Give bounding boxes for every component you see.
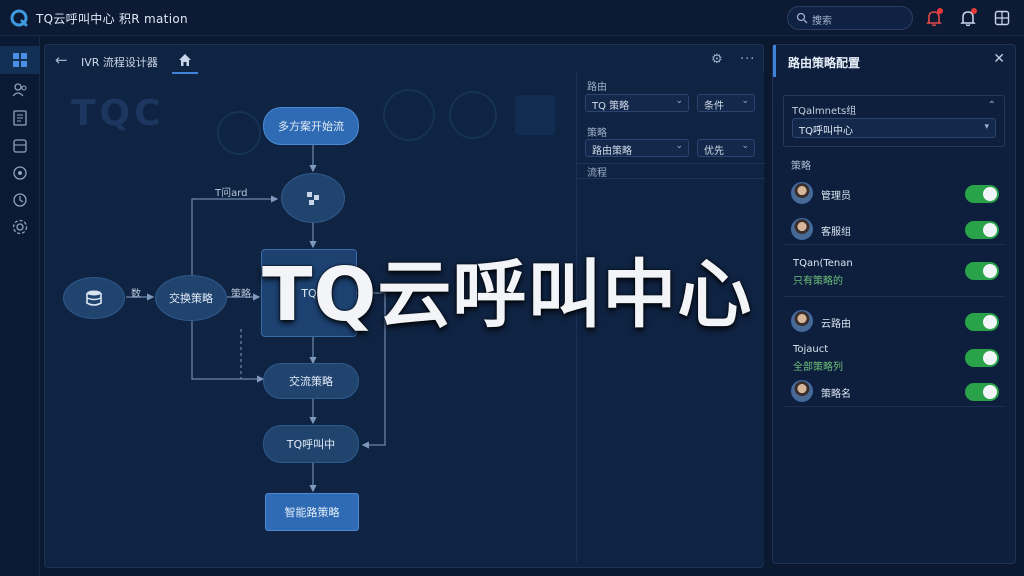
condition-select-value: 条件 xyxy=(704,101,724,112)
chevron-down-icon: ⌄ xyxy=(741,141,749,151)
left-nav-rail xyxy=(0,36,40,576)
prop-label-route: 路由 xyxy=(587,82,607,93)
database-icon xyxy=(86,290,102,306)
more-icon[interactable]: ··· xyxy=(740,52,755,67)
app-logo-icon xyxy=(10,9,28,27)
search-icon xyxy=(796,12,808,24)
agent-name: 客服组 xyxy=(821,227,851,238)
chevron-down-icon: ⌄ xyxy=(675,141,683,151)
flow-node-database[interactable] xyxy=(63,277,125,319)
agent-row: TQan(Tenan 只有策略的 xyxy=(783,257,1005,297)
settings-gear-icon[interactable]: ⚙ xyxy=(711,52,723,67)
agent-toggle[interactable] xyxy=(965,185,999,203)
flow-node-decision[interactable]: 交流策略 xyxy=(263,363,359,399)
prop-label-strategy: 策略 xyxy=(587,128,607,139)
agent-row: 云路由 xyxy=(783,307,1005,337)
alert-bell-button[interactable] xyxy=(924,8,944,28)
agent-name: 管理员 xyxy=(821,191,851,202)
agent-row: 管理员 xyxy=(783,179,1005,209)
group-select-value: TQ呼叫中心 xyxy=(799,126,853,137)
agent-row: Tojauct 全部策略列 xyxy=(783,343,1005,373)
group-label: TQalmnets组 xyxy=(792,106,857,117)
priority-select[interactable]: 优先 ⌄ xyxy=(697,139,755,157)
nav-history[interactable] xyxy=(10,190,30,210)
nav-agents[interactable] xyxy=(10,80,30,100)
nav-monitor[interactable] xyxy=(10,163,30,183)
panel-title: 路由策略配置 xyxy=(788,56,861,70)
agent-toggle[interactable] xyxy=(965,221,999,239)
chevron-down-icon: ▾ xyxy=(984,122,989,132)
edge-label-data: 数 xyxy=(131,289,141,300)
target-icon xyxy=(13,166,27,180)
chevron-up-icon[interactable]: ⌃ xyxy=(988,100,996,111)
chevron-down-icon: ⌄ xyxy=(812,11,821,22)
agent-row: 策略名 xyxy=(783,377,1005,407)
condition-select[interactable]: 条件 ⌄ xyxy=(697,94,755,112)
flow-node-start[interactable]: 多方案开始流 xyxy=(263,107,359,145)
nav-dashboard[interactable] xyxy=(0,46,40,74)
chevron-down-icon: ⌄ xyxy=(741,96,749,106)
agent-name: 云路由 xyxy=(821,319,851,330)
prop-label-flow: 流程 xyxy=(587,168,607,179)
flow-node-menu[interactable] xyxy=(281,173,345,223)
nodes-icon xyxy=(307,192,319,205)
agent-toggle[interactable] xyxy=(965,383,999,401)
nav-settings[interactable] xyxy=(10,217,30,237)
document-icon xyxy=(13,110,27,126)
agent-toggle[interactable] xyxy=(965,262,999,280)
agent-toggle[interactable] xyxy=(965,349,999,367)
group-section: TQalmnets组 ⌃ TQ呼叫中心 ▾ xyxy=(783,95,1005,147)
clock-icon xyxy=(13,193,27,207)
folder-icon xyxy=(13,139,27,153)
agent-row: 客服组 xyxy=(783,215,1005,245)
route-select-value: TQ 策略 xyxy=(592,101,630,112)
avatar xyxy=(791,380,813,402)
section-label: 策略 xyxy=(791,161,811,172)
app-title: TQ云呼叫中心 积R mation xyxy=(36,12,188,26)
agent-subtitle: 只有策略的 xyxy=(793,276,843,287)
strategy-select-value: 路由策略 xyxy=(592,146,632,157)
close-icon[interactable]: ✕ xyxy=(993,51,1005,67)
layout-button[interactable] xyxy=(992,8,1012,28)
nav-messages[interactable] xyxy=(10,136,30,156)
notification-dot xyxy=(971,8,977,14)
agent-subtitle: 全部策略列 xyxy=(793,362,843,373)
avatar xyxy=(791,310,813,332)
gear-icon xyxy=(12,219,28,235)
flow-node-end[interactable]: 智能路策略 xyxy=(265,493,359,531)
routing-strategy-panel: 路由策略配置 ✕ TQalmnets组 ⌃ TQ呼叫中心 ▾ 策略 管理员 客服… xyxy=(772,44,1016,564)
notification-button[interactable] xyxy=(958,8,978,28)
overlay-title: TQ云呼叫中心 xyxy=(262,252,753,338)
agent-name: TQan(Tenan xyxy=(793,258,853,269)
priority-select-value: 优先 xyxy=(704,146,724,157)
users-icon xyxy=(12,83,27,97)
panel-header: 路由策略配置 ✕ xyxy=(773,45,1017,77)
chevron-down-icon: ⌄ xyxy=(675,96,683,106)
strategy-select[interactable]: 路由策略 ⌄ xyxy=(585,139,689,157)
search-box[interactable]: 搜索 ⌄ xyxy=(787,6,913,30)
notification-dot xyxy=(937,8,943,14)
agent-name: Tojauct xyxy=(793,344,829,355)
divider xyxy=(577,178,765,179)
flow-node-tq-call[interactable]: TQ呼叫中 xyxy=(263,425,359,463)
edge-label-menu: T问ard xyxy=(215,188,248,199)
avatar xyxy=(791,218,813,240)
avatar xyxy=(791,182,813,204)
edge-label-strategy: 策略 xyxy=(231,289,251,300)
flow-node-process[interactable]: 交换策略 xyxy=(155,275,227,321)
group-select[interactable]: TQ呼叫中心 ▾ xyxy=(792,118,996,138)
nav-reports[interactable] xyxy=(10,108,30,128)
grid-icon xyxy=(13,53,27,67)
agent-toggle[interactable] xyxy=(965,313,999,331)
agent-name: 策略名 xyxy=(821,389,851,400)
top-bar: TQ云呼叫中心 积R mation 搜索 ⌄ xyxy=(0,0,1024,36)
layout-icon xyxy=(994,10,1010,26)
route-select[interactable]: TQ 策略 ⌄ xyxy=(585,94,689,112)
